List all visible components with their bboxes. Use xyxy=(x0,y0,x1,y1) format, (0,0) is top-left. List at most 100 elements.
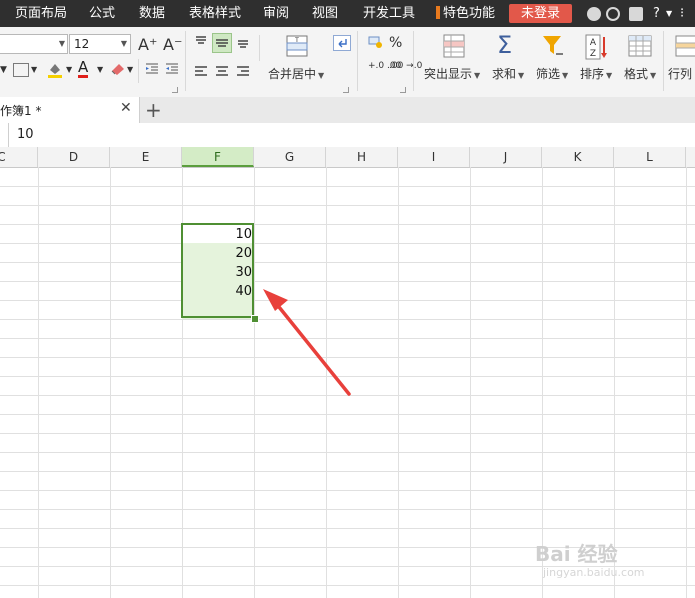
filter-label: 筛选 xyxy=(536,67,561,81)
number-group-expand-icon[interactable] xyxy=(400,87,406,93)
grid-column-line xyxy=(110,167,111,598)
percent-button[interactable]: % xyxy=(389,35,402,51)
border-dropdown-icon[interactable]: ▼ xyxy=(31,65,37,74)
more-icon[interactable]: ⁝ xyxy=(680,0,684,27)
skin-shirt-icon[interactable] xyxy=(629,7,643,21)
divider xyxy=(259,35,260,61)
column-header-e[interactable]: E xyxy=(110,147,182,167)
row-column-icon[interactable] xyxy=(675,35,695,57)
underline-dropdown-icon[interactable]: ▼ xyxy=(0,65,7,75)
increase-indent-icon[interactable] xyxy=(165,62,178,76)
menu-page-layout[interactable]: 页面布局 xyxy=(15,0,67,27)
highlight-button[interactable]: 突出显示 ▼ xyxy=(424,65,480,82)
menu-view[interactable]: 视图 xyxy=(312,0,338,27)
column-header-g[interactable]: G xyxy=(254,147,326,167)
fill-dropdown-icon[interactable]: ▼ xyxy=(66,65,72,74)
grid-row-line xyxy=(0,243,695,244)
watermark-logo: Bai 经验 xyxy=(535,542,618,566)
menu-developer[interactable]: 开发工具 xyxy=(363,0,415,27)
merge-center-button[interactable]: 合并居中 ▼ xyxy=(268,65,324,82)
fill-color-icon[interactable] xyxy=(47,61,62,78)
sum-button[interactable]: 求和 ▼ xyxy=(492,65,524,82)
special-features-label: 特色功能 xyxy=(443,6,496,21)
column-header-l[interactable]: L xyxy=(614,147,686,167)
font-size-value: 12 xyxy=(74,37,90,51)
font-group-expand-icon[interactable] xyxy=(172,87,178,93)
border-icon[interactable] xyxy=(13,63,29,77)
grid-column-line xyxy=(38,167,39,598)
grid-row-line xyxy=(0,471,695,472)
align-left-icon[interactable] xyxy=(194,65,208,77)
column-header-k[interactable]: K xyxy=(542,147,614,167)
grid-row-line xyxy=(0,414,695,415)
menu-formulas[interactable]: 公式 xyxy=(89,0,115,27)
menu-special-features[interactable]: 特色功能 xyxy=(436,0,495,27)
chevron-down-icon: ▼ xyxy=(518,71,525,80)
increase-decimal-button[interactable]: +.0 .00 xyxy=(368,62,401,71)
ribbon-toolbar: ▼ 12 ▼ A⁺ A⁻ ▼ ▼ ▼ A ▼ ▼ T 合并居中 ▼ % +.0 … xyxy=(0,27,695,98)
align-top-icon[interactable] xyxy=(194,35,208,49)
currency-format-icon[interactable] xyxy=(368,35,384,49)
grid-row-line xyxy=(0,528,695,529)
column-header-j[interactable]: J xyxy=(470,147,542,167)
grow-font-button[interactable]: A⁺ xyxy=(138,35,157,54)
sort-label: 排序 xyxy=(580,67,605,81)
filter-icon[interactable] xyxy=(541,34,565,58)
align-right-icon[interactable] xyxy=(236,65,250,77)
chevron-down-icon: ▼ xyxy=(606,71,613,80)
help-dropdown-icon[interactable]: ▼ xyxy=(666,0,672,27)
help-icon[interactable]: ? xyxy=(653,0,660,27)
chevron-down-icon: ▼ xyxy=(474,71,481,80)
sort-button[interactable]: 排序 ▼ xyxy=(580,65,612,82)
document-tab[interactable]: 作簿1 * ✕ xyxy=(0,97,140,123)
column-header-i[interactable]: I xyxy=(398,147,470,167)
sum-icon[interactable]: Σ xyxy=(497,32,512,58)
sort-icon[interactable]: AZ xyxy=(585,34,609,60)
menu-review[interactable]: 审阅 xyxy=(263,0,289,27)
font-color-dropdown-icon[interactable]: ▼ xyxy=(97,65,103,74)
font-size-combo[interactable]: 12 ▼ xyxy=(69,34,131,54)
row-column-button[interactable]: 行列 xyxy=(668,65,692,82)
column-header-h[interactable]: H xyxy=(326,147,398,167)
align-bottom-icon[interactable] xyxy=(236,35,250,49)
sync-icon[interactable] xyxy=(606,7,620,21)
format-icon[interactable] xyxy=(628,35,652,57)
alignment-group-expand-icon[interactable] xyxy=(343,87,349,93)
menu-table-style[interactable]: 表格样式 xyxy=(189,0,241,27)
new-tab-button[interactable]: + xyxy=(145,97,162,123)
format-button[interactable]: 格式 ▼ xyxy=(624,65,656,82)
font-color-button[interactable]: A xyxy=(78,60,89,78)
align-middle-button[interactable] xyxy=(212,33,232,53)
column-header-f[interactable]: F xyxy=(182,147,254,167)
eraser-icon[interactable] xyxy=(110,62,126,76)
wrap-text-icon[interactable] xyxy=(333,35,351,51)
decrease-decimal-button[interactable]: .00 →.0 xyxy=(389,62,422,71)
shrink-font-button[interactable]: A⁻ xyxy=(163,35,182,54)
grid-column-line xyxy=(686,167,687,598)
document-tab-bar: 作簿1 * ✕ + xyxy=(0,97,695,124)
close-icon[interactable]: ✕ xyxy=(120,100,132,116)
font-name-combo[interactable]: ▼ xyxy=(0,34,68,54)
login-button[interactable]: 未登录 xyxy=(509,4,572,23)
grid-row-line xyxy=(0,452,695,453)
cloud-icon[interactable] xyxy=(587,7,601,21)
clear-dropdown-icon[interactable]: ▼ xyxy=(127,65,133,74)
column-header-c[interactable]: C xyxy=(0,147,38,167)
watermark-url: jingyan.baidu.com xyxy=(543,566,645,579)
decrease-indent-icon[interactable] xyxy=(145,62,158,76)
menu-data[interactable]: 数据 xyxy=(139,0,165,27)
filter-button[interactable]: 筛选 ▼ xyxy=(536,65,568,82)
align-center-icon[interactable] xyxy=(215,65,229,77)
highlight-icon[interactable] xyxy=(443,34,465,58)
grid-row-line xyxy=(0,186,695,187)
svg-text:T: T xyxy=(294,37,299,44)
formula-input[interactable]: 10 xyxy=(17,127,34,142)
red-arrow-icon xyxy=(263,289,351,396)
merge-center-icon[interactable]: T xyxy=(286,35,308,57)
merge-center-label: 合并居中 xyxy=(268,67,317,81)
grid-row-line xyxy=(0,509,695,510)
column-header-d[interactable]: D xyxy=(38,147,110,167)
highlight-label: 突出显示 xyxy=(424,67,473,81)
grid-row-line xyxy=(0,433,695,434)
spreadsheet-grid[interactable]: C D E F G H I J K L 10 20 30 40 xyxy=(0,147,695,598)
